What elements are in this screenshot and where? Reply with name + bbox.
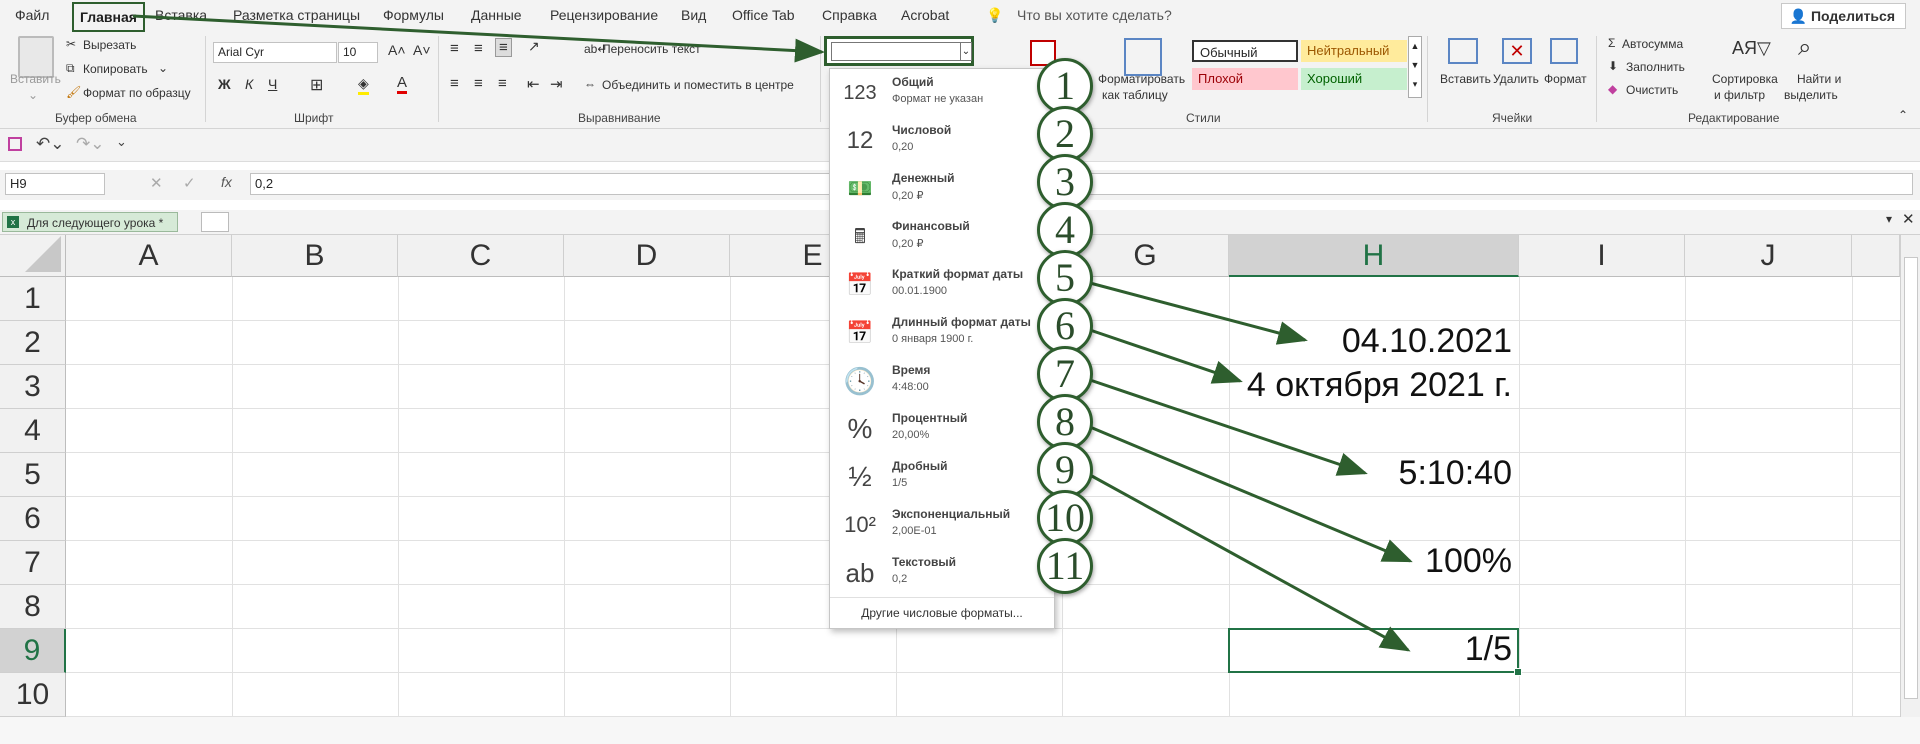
- arrow-8: [1089, 425, 1413, 563]
- arrow-9: [1089, 473, 1411, 652]
- arrow-7: [1089, 378, 1368, 476]
- arrow-home-to-format: [132, 14, 825, 63]
- arrow-6: [1089, 328, 1243, 384]
- arrow-5: [1089, 281, 1308, 345]
- callout-11: 11: [1037, 538, 1093, 594]
- annotation-arrows: [132, 14, 1413, 652]
